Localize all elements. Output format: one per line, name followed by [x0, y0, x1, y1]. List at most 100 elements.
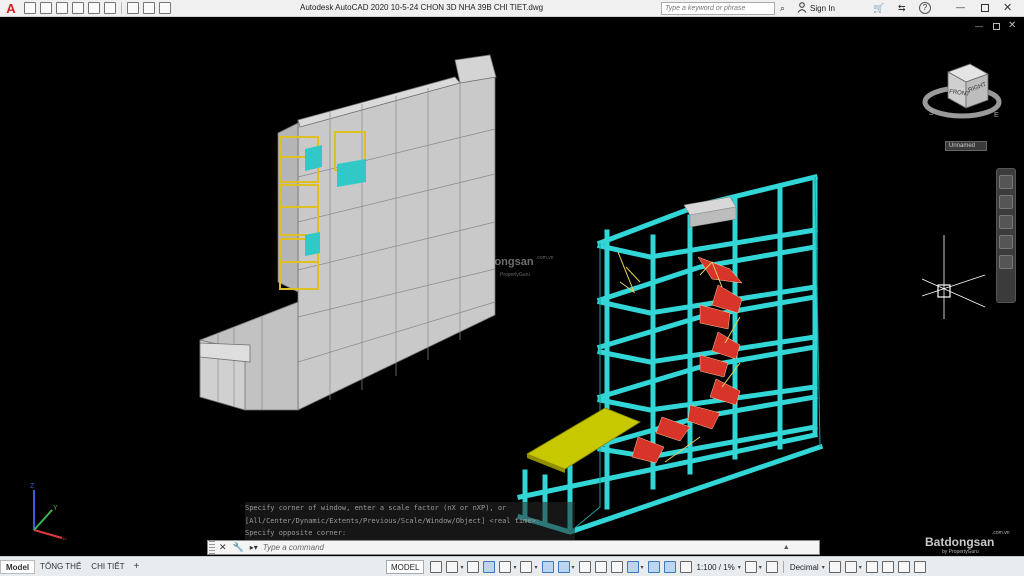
- ucs-y-label: Y: [53, 505, 58, 512]
- watermark-corner-domain: .com.vn: [992, 530, 1010, 536]
- annotation-scale-icon[interactable]: [679, 561, 692, 573]
- sign-in-button[interactable]: Sign In: [810, 4, 835, 13]
- viewcube[interactable]: FRONT RIGHT S E: [922, 63, 1002, 119]
- compass-south: S: [929, 110, 934, 117]
- quick-properties-icon[interactable]: [828, 561, 841, 573]
- viewport-restore-icon[interactable]: [993, 23, 1000, 30]
- customize-toolbar-icon[interactable]: [159, 2, 171, 14]
- infer-constraints-icon[interactable]: [467, 561, 480, 573]
- command-history-line: Specify corner of window, enter a scale …: [245, 502, 575, 515]
- snap-icon[interactable]: [446, 561, 459, 573]
- lineweight-icon[interactable]: [578, 561, 591, 573]
- selection-cycling-icon[interactable]: [610, 561, 623, 573]
- chevron-down-icon[interactable]: ▾: [572, 564, 575, 571]
- command-history-toggle-icon[interactable]: ▲: [783, 544, 790, 551]
- customize-wrench-icon[interactable]: 🔧: [233, 542, 244, 553]
- watermark-sub: PropertyGuru: [500, 272, 531, 278]
- save-icon[interactable]: [56, 2, 68, 14]
- command-history-line: [All/Center/Dynamic/Extents/Previous/Sca…: [245, 514, 575, 527]
- chevron-down-icon[interactable]: ▾: [738, 564, 741, 571]
- customize-menu-icon[interactable]: [913, 561, 926, 573]
- title-bar: A Autodesk AutoCAD 2020 10-5-24 CHON 3D …: [0, 0, 1024, 17]
- transparency-icon[interactable]: [594, 561, 607, 573]
- autocad-logo-icon[interactable]: A: [0, 0, 22, 17]
- status-bar: Model TỔNG THỂ CHI TIẾT + MODEL ▾ ▾ ▾ ▾ …: [0, 556, 1024, 576]
- cart-icon[interactable]: 🛒: [873, 3, 884, 14]
- chevron-down-icon[interactable]: ▾: [859, 564, 862, 571]
- toolbar-separator: [121, 2, 122, 14]
- maximize-icon[interactable]: [981, 4, 989, 12]
- command-line-grip[interactable]: [209, 541, 215, 554]
- 3d-object-snap-icon[interactable]: [626, 561, 639, 573]
- tab-model[interactable]: Model: [0, 559, 36, 574]
- window-title: Autodesk AutoCAD 2020 10-5-24 CHON 3D NH…: [300, 3, 544, 12]
- model-space-button[interactable]: MODEL: [386, 560, 425, 574]
- help-icon[interactable]: ?: [919, 2, 931, 14]
- chevron-down-icon[interactable]: ▾: [641, 564, 644, 571]
- lock-ui-icon[interactable]: [844, 561, 857, 573]
- annotation-monitor-icon[interactable]: [765, 561, 778, 573]
- minimize-icon[interactable]: —: [956, 2, 965, 12]
- open-file-icon[interactable]: [40, 2, 52, 14]
- redo-icon[interactable]: [143, 2, 155, 14]
- ucs-z-label: Z: [30, 483, 35, 490]
- plot-icon[interactable]: [104, 2, 116, 14]
- chevron-down-icon[interactable]: ▾: [534, 564, 537, 571]
- object-snap-tracking-icon[interactable]: [541, 561, 554, 573]
- polar-tracking-icon[interactable]: [499, 561, 512, 573]
- command-input[interactable]: [262, 543, 783, 552]
- watermark-corner-sub: by PropertyGuru: [942, 549, 979, 555]
- structural-frame-model[interactable]: [516, 173, 824, 535]
- chevron-down-icon[interactable]: ▾: [759, 564, 762, 571]
- binoculars-icon[interactable]: ⌕: [780, 3, 785, 14]
- chevron-down-icon[interactable]: ▾: [822, 564, 825, 571]
- zoom-extents-icon[interactable]: [999, 215, 1013, 229]
- chevron-down-icon[interactable]: ▾: [460, 564, 463, 571]
- showmotion-icon[interactable]: [999, 255, 1013, 269]
- tab-chi-tiet[interactable]: CHI TIẾT: [86, 560, 129, 574]
- units-value[interactable]: Decimal: [790, 563, 819, 572]
- close-icon[interactable]: ✕: [1003, 1, 1012, 14]
- hardware-acceleration-icon[interactable]: [881, 561, 894, 573]
- chevron-down-icon[interactable]: ▾: [513, 564, 516, 571]
- object-snap-icon[interactable]: [557, 561, 570, 573]
- autodesk-exchange-icon[interactable]: ⇆: [898, 3, 906, 14]
- isolate-objects-icon[interactable]: [865, 561, 878, 573]
- pan-icon[interactable]: [999, 195, 1013, 209]
- annotation-visibility-icon[interactable]: [647, 561, 660, 573]
- new-file-icon[interactable]: [24, 2, 36, 14]
- add-layout-icon[interactable]: +: [133, 561, 139, 572]
- ortho-icon[interactable]: [483, 561, 496, 573]
- web-mobile-icon[interactable]: [88, 2, 100, 14]
- command-history-line: Specify opposite corner:: [245, 527, 575, 540]
- viewport-close-icon[interactable]: ✕: [1008, 20, 1016, 31]
- tab-tong-the[interactable]: TỔNG THỂ: [35, 560, 86, 574]
- named-view-dropdown[interactable]: Unnamed: [945, 141, 987, 151]
- full-navigation-wheel-icon[interactable]: [999, 175, 1013, 189]
- save-as-icon[interactable]: [72, 2, 84, 14]
- watermark-brand: Batdongsan: [470, 256, 534, 268]
- status-toggles: MODEL ▾ ▾ ▾ ▾ ▾ 1:100 / 1% ▾ ▾ Decimal ▾ ▾: [386, 559, 928, 575]
- watermark-corner-brand: Batdongsan: [925, 535, 995, 549]
- crosshair-cursor: [921, 235, 986, 319]
- isodraft-icon[interactable]: [520, 561, 533, 573]
- facade-model[interactable]: [199, 54, 497, 411]
- viewport-minimize-icon[interactable]: —: [975, 22, 983, 31]
- roof-box[interactable]: [683, 196, 737, 228]
- auto-scale-icon[interactable]: [663, 561, 676, 573]
- watermark-domain: .com.vn: [536, 255, 554, 261]
- orbit-icon[interactable]: [999, 235, 1013, 249]
- drawing-canvas[interactable]: FRONT RIGHT S E Z Y X: [0, 17, 1024, 540]
- search-input[interactable]: Type a keyword or phrase: [661, 2, 775, 15]
- grid-icon[interactable]: [430, 561, 443, 573]
- recent-commands-icon[interactable]: ▸▾: [250, 543, 258, 552]
- close-icon[interactable]: ✕: [219, 542, 227, 553]
- user-icon[interactable]: [797, 2, 807, 13]
- ucs-x-label: X: [62, 538, 67, 540]
- clean-screen-icon[interactable]: [897, 561, 910, 573]
- annotation-scale-value[interactable]: 1:100 / 1%: [697, 563, 735, 572]
- status-separator: [782, 561, 784, 573]
- command-history: Specify corner of window, enter a scale …: [245, 502, 575, 540]
- workspace-gear-icon[interactable]: [744, 561, 757, 573]
- undo-icon[interactable]: [127, 2, 139, 14]
